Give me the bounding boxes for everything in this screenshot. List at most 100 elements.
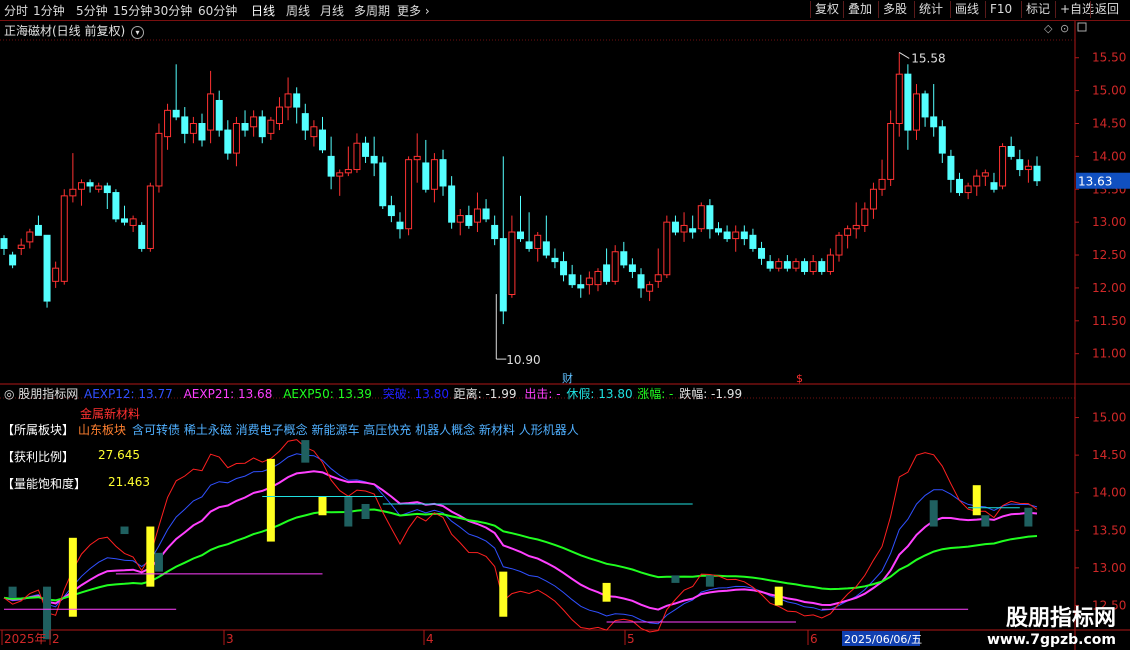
candle-body-5	[43, 234, 51, 302]
candle-body-39	[336, 172, 344, 177]
ind-tick-label-3: 14.00	[1092, 486, 1126, 500]
date-highlight-label: 2025/06/06/五	[844, 633, 922, 646]
candle-body-57	[491, 224, 499, 240]
timeframe-4[interactable]: 30分钟	[153, 2, 192, 19]
chart-canvas: 11.00 11.50 12.00 12.50 13.00 13.50 14.00 14.50…	[0, 20, 1130, 650]
toolbar-button-1[interactable]: 叠加	[843, 1, 876, 18]
candle-body-77	[663, 221, 671, 276]
candle-body-38	[327, 155, 335, 177]
signal-bar-11	[154, 552, 163, 572]
signal-bar-16	[705, 575, 714, 587]
toolbar-button-2[interactable]: 多股	[878, 1, 911, 18]
candle-body-7	[60, 195, 68, 282]
candle-body-68	[585, 277, 593, 286]
candle-body-101	[869, 188, 877, 210]
event-s: $	[796, 372, 803, 385]
candle-body-34	[293, 93, 301, 108]
candle-body-109	[938, 126, 946, 154]
price-tick-label-8: 15.00	[1092, 84, 1126, 98]
toolbar-button-5[interactable]: F10	[985, 1, 1016, 18]
candle-body-51	[439, 159, 447, 187]
timeframe-3[interactable]: 15分钟	[113, 2, 152, 19]
timeframe-1[interactable]: 1分钟	[33, 2, 65, 19]
candle-body-112	[964, 185, 972, 194]
candle-body-8	[69, 188, 77, 197]
candle-body-103	[887, 123, 895, 180]
ind-tick-label-4: 14.50	[1092, 448, 1126, 462]
candle-body-35	[301, 113, 309, 131]
timeframe-10[interactable]: 更多 ›	[397, 2, 430, 19]
candle-body-17	[146, 185, 154, 249]
candle-body-105	[904, 73, 912, 131]
timeframe-8[interactable]: 月线	[320, 2, 344, 19]
price-tick-label-6: 14.00	[1092, 149, 1126, 163]
candle-body-113	[973, 175, 981, 187]
candle-body-117	[1007, 146, 1015, 157]
candle-body-49	[422, 162, 430, 190]
watermark-url: www.7gpzb.com	[986, 632, 1116, 648]
candle-body-84	[723, 231, 731, 240]
candle-body-61	[525, 241, 533, 249]
timeframe-2[interactable]: 5分钟	[76, 2, 108, 19]
legend-item-1: AEXP21: 13.68	[184, 387, 273, 401]
signal-bar-5	[602, 582, 611, 602]
candle-body-0	[0, 238, 8, 249]
candle-body-81	[697, 205, 705, 230]
chevron-down-icon[interactable]: ▾	[131, 26, 145, 39]
toolbar-button-3[interactable]: 统计	[914, 1, 947, 18]
candle-body-10	[86, 182, 94, 187]
legend-item-0: AEXP12: 13.77	[84, 387, 173, 401]
candle-body-72	[620, 251, 628, 266]
candle-body-80	[689, 228, 697, 233]
candle-body-102	[878, 178, 886, 190]
candle-body-56	[482, 208, 490, 220]
timeframe-0[interactable]: 分时	[4, 2, 28, 19]
signal-bar-18	[981, 515, 990, 527]
timeframe-9[interactable]: 多周期	[354, 2, 390, 19]
candle-body-20	[172, 109, 180, 118]
candle-body-12	[103, 185, 111, 194]
stock-title: 正海磁材(日线 前复权) ▾	[4, 22, 145, 39]
price-tick-label-1: 11.50	[1092, 314, 1126, 328]
watermark-logo: 股朋指标网	[1005, 606, 1116, 631]
stock-title-text: 正海磁材(日线 前复权)	[4, 24, 126, 38]
signal-bar-3	[266, 458, 275, 542]
candle-body-3	[26, 231, 34, 243]
candle-body-37	[319, 129, 327, 151]
toolbar-button-4[interactable]: 画线	[950, 1, 983, 18]
candle-body-75	[646, 284, 654, 292]
series-AEXP21	[3, 470, 1038, 611]
timeframe-5[interactable]: 60分钟	[198, 2, 237, 19]
candle-body-93	[801, 261, 809, 272]
candle-body-98	[844, 228, 852, 236]
timeframe-7[interactable]: 周线	[286, 2, 310, 19]
candle-body-28	[241, 123, 249, 131]
candle-body-11	[95, 185, 103, 190]
signal-bar-14	[361, 503, 370, 520]
candle-body-18	[155, 132, 163, 187]
candle-body-43	[370, 155, 378, 164]
profit-value: 27.645	[98, 448, 140, 462]
candle-body-88	[758, 247, 766, 259]
settings-icon: ⊙	[1060, 22, 1069, 35]
signal-bar-12	[301, 440, 310, 463]
candle-body-100	[861, 208, 869, 226]
toolbar: 分时 1分钟 5分钟 15分钟 30分钟 60分钟 日线 周线 月线 多周期 更多 › 复权 叠加 多股统…	[0, 0, 1130, 21]
candle-body-76	[654, 274, 662, 282]
toolbar-button-6[interactable]: 标记	[1021, 1, 1054, 18]
candle-body-86	[740, 231, 748, 240]
candle-body-104	[895, 73, 903, 125]
candle-body-92	[792, 261, 800, 269]
timeframe-6[interactable]: 日线	[251, 2, 275, 19]
signal-bar-19	[1024, 507, 1033, 527]
signal-bar-0	[68, 537, 77, 617]
toolbar-button-8[interactable]: 返回	[1090, 1, 1123, 18]
candle-body-59	[508, 231, 516, 295]
candle-body-32	[275, 106, 283, 125]
candle-body-87	[749, 234, 757, 249]
time-label-2: 3	[226, 632, 234, 646]
sector-title: 【所属板块】	[2, 423, 75, 437]
candle-body-42	[362, 142, 370, 157]
toolbar-button-0[interactable]: 复权	[810, 1, 843, 18]
candle-body-66	[568, 274, 576, 286]
